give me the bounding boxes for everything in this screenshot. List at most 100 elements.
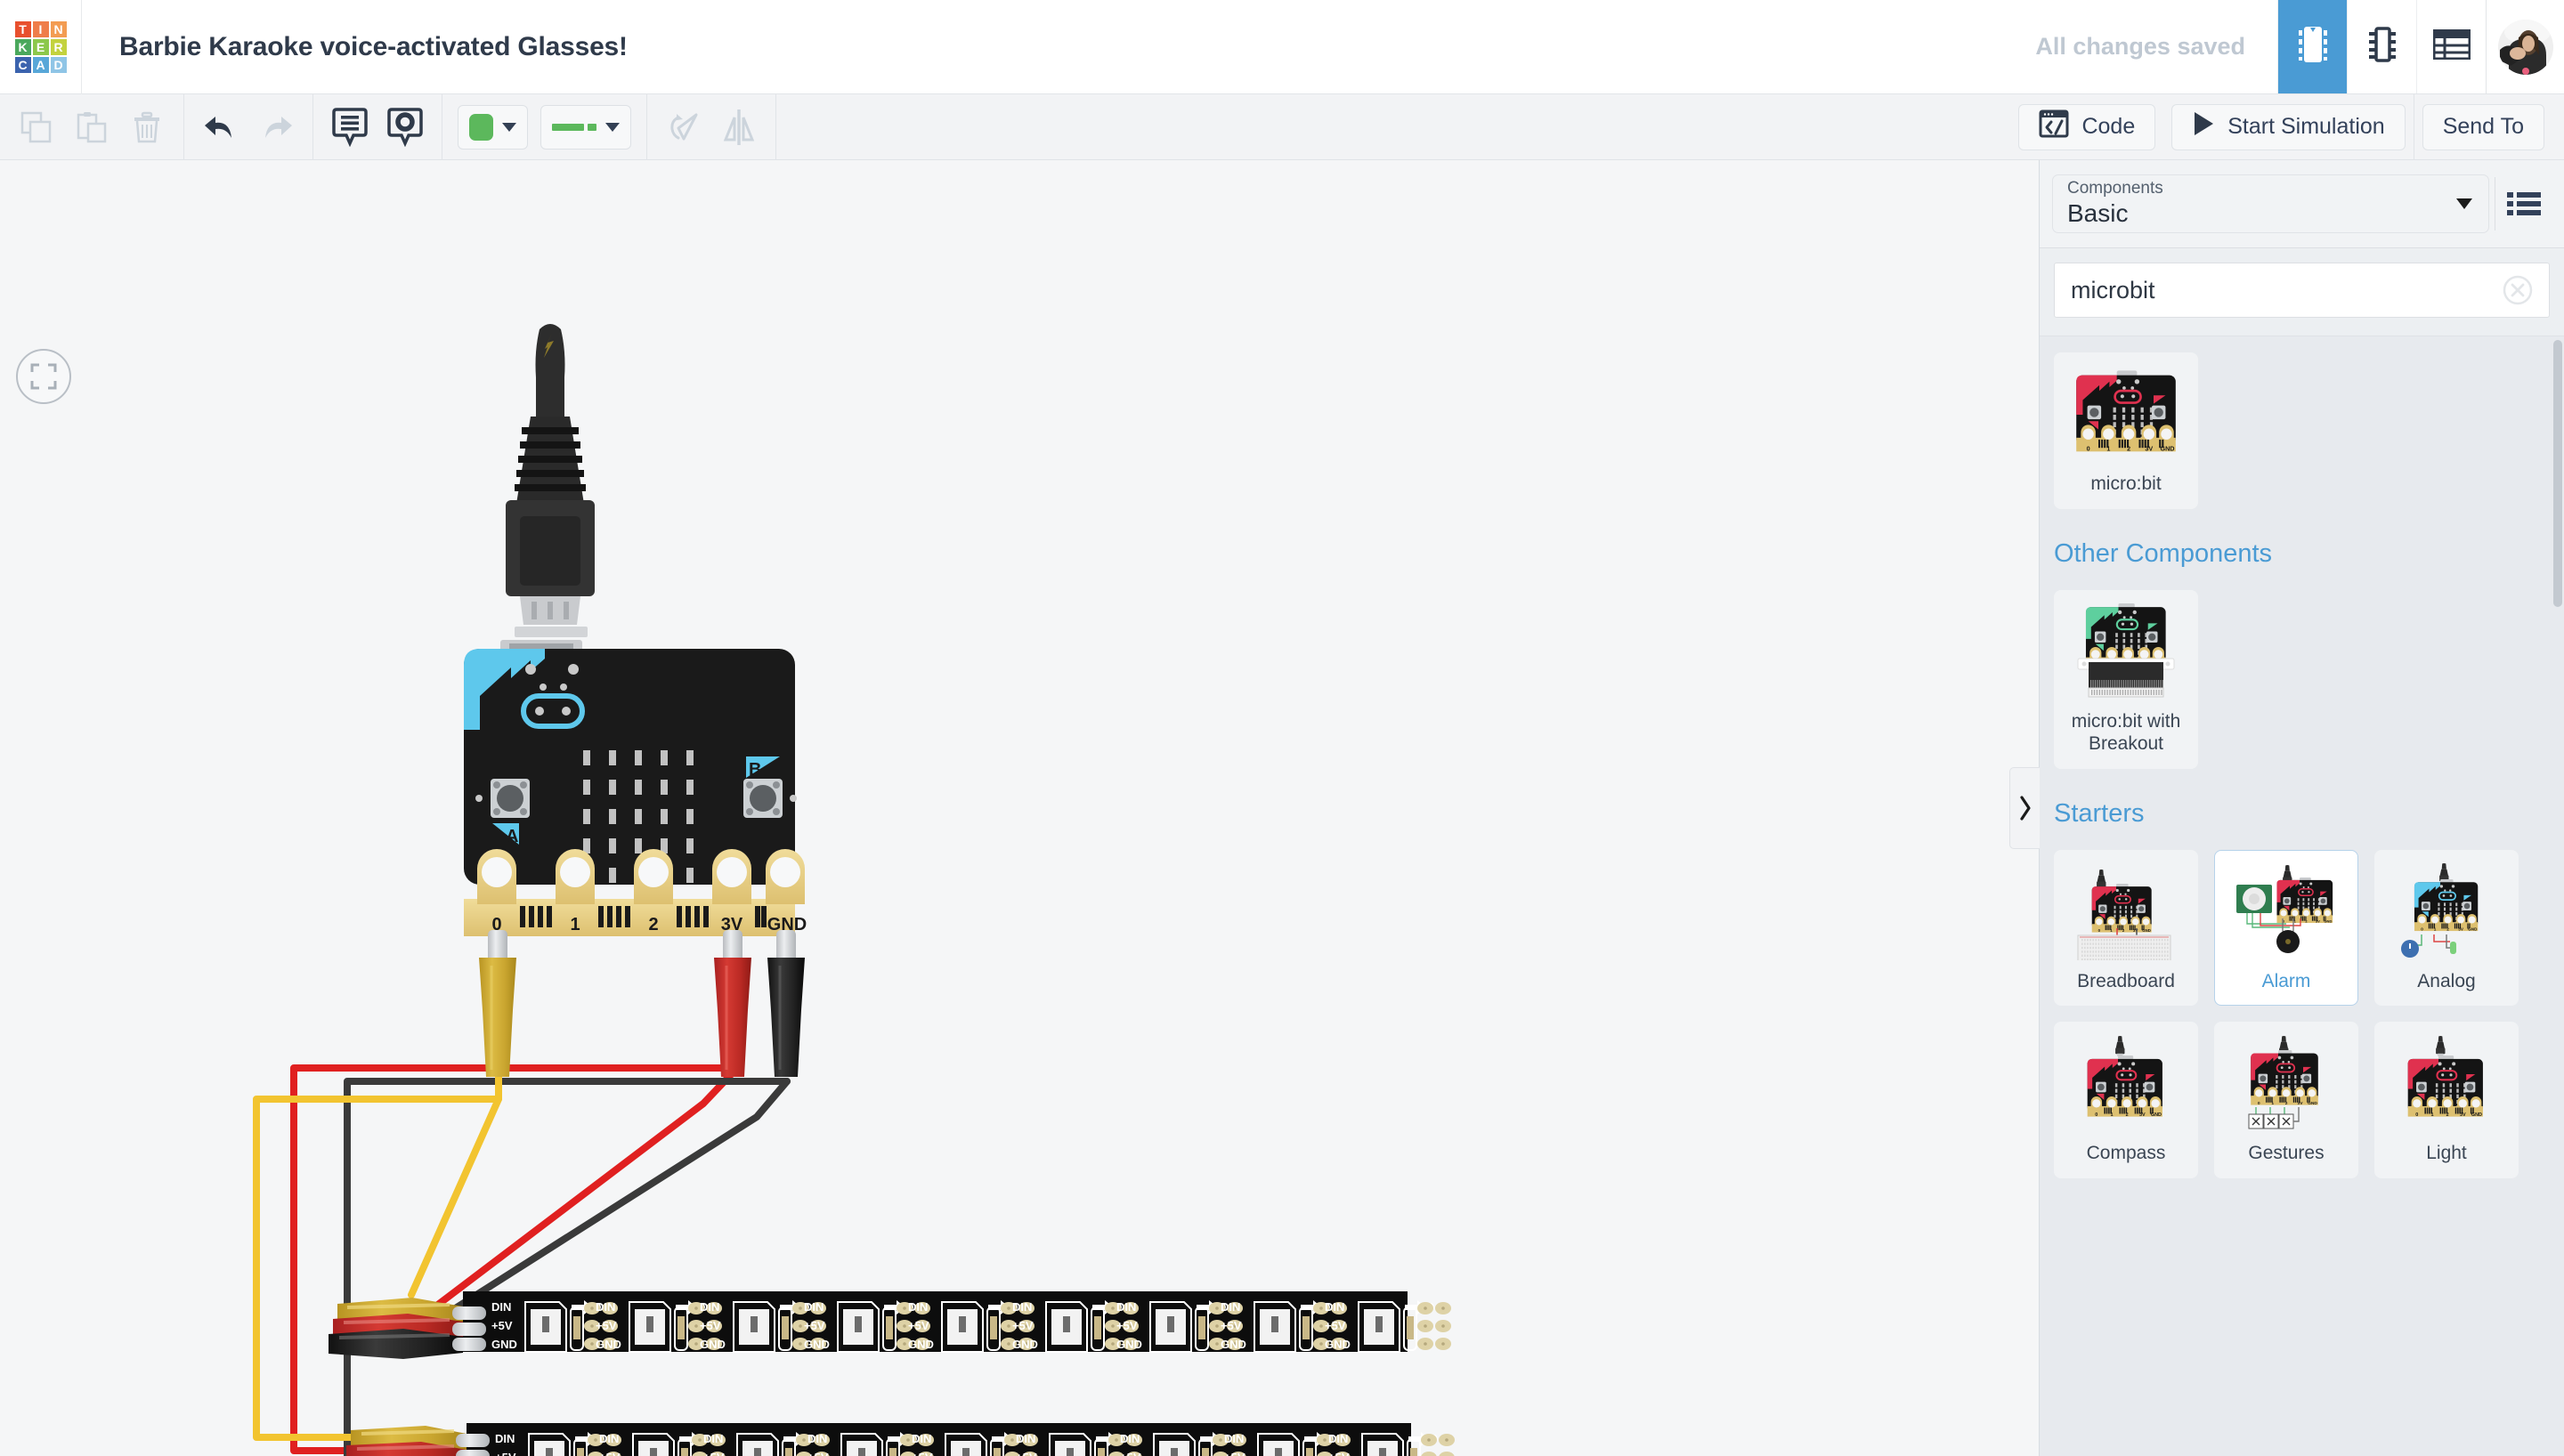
light-starter-thumb-icon: 0 1 2 3V GND [2407,1036,2483,1118]
svg-text:GND: GND [2160,444,2174,452]
search-box[interactable] [2054,263,2550,318]
pad-hole [694,1324,698,1328]
wire-color-picker[interactable] [458,104,528,150]
strip-pad-label: DIN [1016,1432,1035,1445]
mirror-button[interactable] [711,100,767,155]
wire-bundle[interactable] [253,1064,791,1456]
clip-3v[interactable] [714,930,751,1077]
copy-button[interactable] [9,100,64,155]
clip-gnd[interactable] [767,930,805,1077]
strip1-clip-bundle[interactable] [329,1298,486,1359]
pad-hole [1111,1342,1115,1346]
panel-scrollbar[interactable] [2553,340,2562,607]
microbit-thumb-icon: 0 1 2 3V GND [2076,370,2176,452]
header-actions: All changes saved [2003,0,2564,93]
start-simulation-button[interactable]: Start Simulation [2171,103,2406,150]
redo-button[interactable] [248,100,304,155]
capacitor-fill [573,1316,580,1339]
component-microbit-breakout[interactable]: 0123VGND micro:bit with Breakout [2054,589,2198,769]
panel-collapse-button[interactable] [2009,767,2040,849]
chip-view-button[interactable] [2347,0,2416,93]
wire-style-picker[interactable] [540,104,631,150]
logo-tile-k-3: K [14,39,31,55]
strip-pad-label: +5V [596,1319,617,1332]
strip-pad-label: DIN [599,1432,619,1445]
strip-pad-label: GND [804,1338,830,1351]
rotate-button[interactable] [656,100,711,155]
starter-analog[interactable]: 0 1 2 3V GND Analog [2374,849,2519,1007]
starter-light[interactable]: 0 1 2 3V GND Light [2374,1022,2519,1179]
starter-alarm[interactable]: 0 1 2 3V GND Alarm [2214,849,2358,1007]
svg-text:GND: GND [2308,1101,2317,1106]
section-grid-0: 0123VGND micro:bit with Breakout [2040,574,2564,769]
page-title: Barbie Karaoke voice-activated Glasses! [119,31,628,61]
svg-text:2: 2 [2446,926,2449,931]
undo-button[interactable] [193,100,248,155]
components-view-button[interactable] [2277,0,2347,93]
led-die [1271,1316,1278,1332]
logo-tile-r-5: R [50,39,67,55]
color-swatch [469,113,493,141]
pin-label-2: 2 [648,915,658,934]
neopixel-strip-2[interactable]: DIN+5VGNDDODIN+5VGNDDODIN+5VGNDDODIN+5VG… [467,1423,1455,1456]
components-category-dropdown[interactable]: Components Basic [2052,174,2489,233]
solder-pad [1439,1452,1455,1456]
microbit-board[interactable]: A B 0 1 2 3V GND [464,640,807,936]
workspace: A B 0 1 2 3V GND DIN +5V GND DIN +5V GND… [0,160,2564,1456]
circuit-canvas[interactable]: A B 0 1 2 3V GND DIN +5V GND DIN +5V GND… [0,160,2039,1456]
starter-breadboard[interactable]: 0 1 2 3V GND Breadboard [2054,849,2198,1007]
history-group [184,94,312,159]
delete-button[interactable] [119,100,174,155]
svg-text:1: 1 [2434,926,2437,931]
pad-hole [1319,1306,1323,1310]
svg-text:0: 0 [2421,926,2423,931]
led-die [858,1448,865,1456]
search-results-grid: 0 1 2 3V GND micro:bit [2040,336,2564,509]
avatar-cell [2486,0,2564,93]
microbit-breakout-thumb-icon: 0123VGND [2077,603,2175,698]
play-icon [2192,110,2215,143]
code-button[interactable]: Code [2018,103,2156,150]
strip-pad-label: GND [1221,1338,1246,1351]
strip-pad-label: DIN [807,1432,827,1445]
send-to-label: Send To [2442,114,2524,139]
pad-hole [1424,1324,1427,1328]
clear-search-icon[interactable] [2503,275,2533,305]
strip-pad-label: +5V [495,1451,516,1456]
svg-text:GND: GND [2142,928,2151,933]
tinkercad-logo[interactable]: TIN KER CAD [0,0,82,94]
led-die [754,1448,761,1456]
strip-pad-label: +5V [908,1319,929,1332]
paste-button[interactable] [64,100,119,155]
highlight-button[interactable] [377,100,433,155]
capacitor-fill [678,1316,685,1339]
pad-hole [590,1342,594,1346]
pad-hole [1424,1342,1427,1346]
capacitor-fill [1306,1448,1313,1456]
start-simulation-label: Start Simulation [2227,114,2385,139]
starter-analog-thumbnail: 0 1 2 3V GND [2391,862,2502,961]
panel-scroll-area[interactable]: 0123VGND micro:bitOther Components 0123V… [2040,336,2564,1456]
svg-text:3V: 3V [2145,444,2153,452]
solder-pad [1421,1452,1437,1456]
avatar[interactable] [2497,19,2553,75]
usb-cable[interactable] [506,324,595,637]
pad-hole [694,1306,698,1310]
starter-gestures[interactable]: 0 1 2 3V GND Gestures [2214,1022,2358,1179]
send-to-button[interactable]: Send To [2422,103,2544,150]
search-input[interactable] [2071,276,2503,304]
notes-button[interactable] [322,100,377,155]
style-group [442,94,646,159]
neopixel-strip-1[interactable]: DIN+5VGNDDODIN+5VGNDDODIN+5VGNDDODIN+5VG… [463,1291,1451,1353]
clip-pin0[interactable] [479,930,516,1077]
starter-compass[interactable]: 0 1 2 3V GND Compass [2054,1022,2198,1179]
svg-text:1: 1 [2430,1112,2433,1118]
code-icon [2039,109,2069,144]
svg-text:3V: 3V [2298,1101,2304,1106]
chevron-right-icon [2019,796,2031,821]
list-view-toggle[interactable] [2495,177,2552,231]
strip-pad-label: +5V [1012,1319,1034,1332]
list-view-button[interactable] [2416,0,2486,93]
starter-compass-thumbnail: 0 1 2 3V GND [2071,1035,2181,1133]
component-microbit[interactable]: 0 1 2 3V GND micro:bit [2054,352,2198,509]
